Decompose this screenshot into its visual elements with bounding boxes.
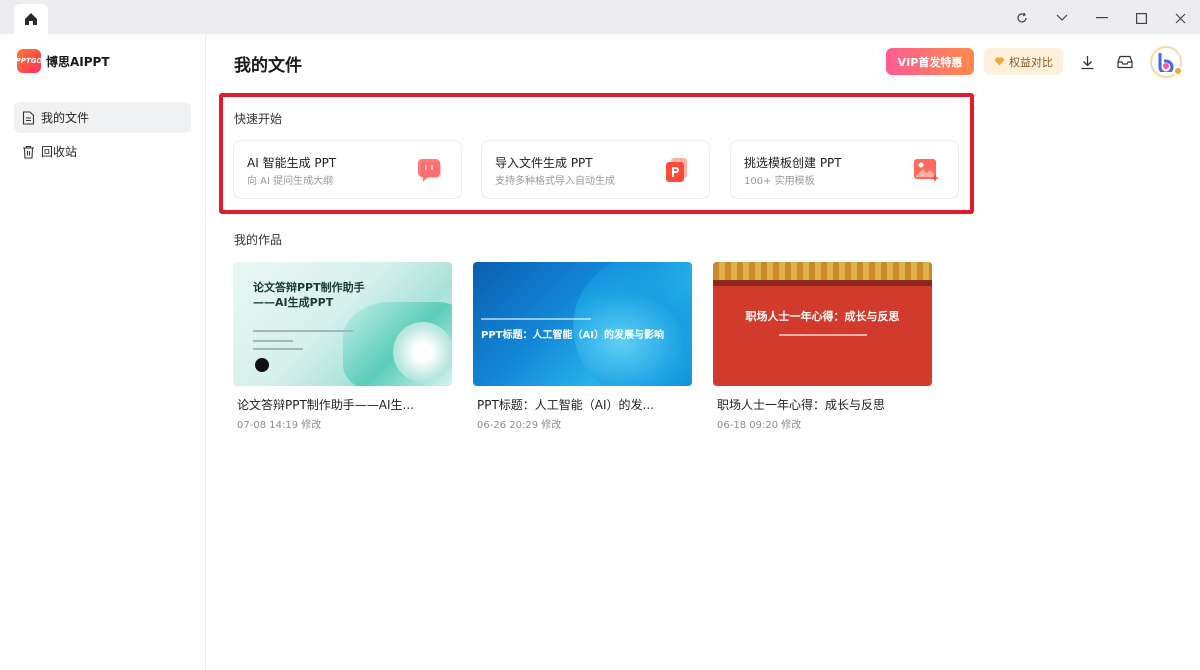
thumb-line (253, 340, 293, 342)
inbox-icon[interactable] (1113, 50, 1137, 74)
work-modified-time: 06-26 20:29 修改 (477, 420, 562, 431)
refresh-icon[interactable] (1010, 6, 1034, 30)
quick-card-title: 导入文件生成 PPT (495, 156, 593, 170)
thumb-line (253, 348, 303, 350)
close-icon[interactable] (1168, 6, 1192, 30)
thumb-title: 职场人士一年心得：成长与反思 (745, 310, 900, 323)
quick-card-subtitle: 向 AI 提问生成大纲 (247, 176, 334, 187)
page-title: 我的文件 (234, 56, 302, 76)
app-logo[interactable]: PPTGO 博思AIPPT (16, 49, 110, 73)
logo-badge: PPTGO (16, 49, 42, 73)
quick-card-template[interactable]: 挑选模板创建 PPT 100+ 实用模板 (730, 140, 959, 199)
thumb-line (481, 318, 591, 320)
template-image-icon (914, 159, 939, 182)
thumb-decoration (573, 262, 692, 386)
ppt-file-icon (666, 158, 687, 182)
minimize-icon[interactable] (1090, 6, 1114, 30)
benefits-compare-button[interactable]: 权益对比 (984, 48, 1063, 75)
home-tab[interactable] (14, 4, 48, 34)
vip-promo-label: VIP首发特惠 (897, 55, 963, 69)
work-title: PPT标题：人工智能（AI）的发... (477, 398, 654, 412)
work-card[interactable]: 职场人士一年心得：成长与反思 职场人士一年心得：成长与反思 06-18 09:2… (713, 262, 932, 431)
vip-status-dot (1173, 66, 1183, 76)
work-thumbnail[interactable]: 论文答辩PPT制作助手——AI生成PPT (233, 262, 452, 386)
thumb-decoration (713, 280, 932, 286)
quick-card-import-file[interactable]: 导入文件生成 PPT 支持多种格式导入自动生成 (481, 140, 710, 199)
quick-start-label: 快速开始 (234, 112, 283, 126)
thumb-title: PPT标题：人工智能（AI）的发展与影响 (481, 330, 664, 341)
thumb-decoration (393, 322, 452, 382)
quick-card-subtitle: 100+ 实用模板 (744, 176, 815, 187)
thumb-dot (255, 358, 269, 372)
work-thumbnail[interactable]: 职场人士一年心得：成长与反思 (713, 262, 932, 386)
download-icon[interactable] (1075, 50, 1099, 74)
quick-card-subtitle: 支持多种格式导入自动生成 (495, 176, 615, 187)
work-card[interactable]: 论文答辩PPT制作助手——AI生成PPT 论文答辩PPT制作助手——AI生...… (233, 262, 452, 431)
sidebar-item-my-files[interactable]: 我的文件 (14, 102, 191, 133)
home-icon (25, 13, 37, 25)
quick-card-ai-generate[interactable]: AI 智能生成 PPT 向 AI 提问生成大纲 (233, 140, 462, 199)
app-name: 博思AIPPT (46, 54, 110, 69)
my-works-label: 我的作品 (234, 233, 283, 247)
work-modified-time: 06-18 09:20 修改 (717, 420, 802, 431)
quick-card-title: 挑选模板创建 PPT (744, 156, 842, 170)
thumb-line (779, 334, 867, 336)
quick-card-title: AI 智能生成 PPT (247, 156, 337, 170)
sidebar: PPTGO 博思AIPPT 我的文件 回收站 (0, 34, 206, 670)
thumb-line (253, 330, 353, 332)
work-thumbnail[interactable]: PPT标题：人工智能（AI）的发展与影响 (473, 262, 692, 386)
benefits-compare-label: 权益对比 (1009, 55, 1053, 69)
sidebar-item-label: 我的文件 (41, 111, 90, 125)
trash-icon (23, 145, 34, 159)
document-icon (22, 110, 35, 125)
thumb-decoration (713, 262, 932, 280)
sidebar-item-recycle-bin[interactable]: 回收站 (14, 136, 191, 167)
avatar[interactable] (1150, 46, 1183, 78)
work-title: 职场人士一年心得：成长与反思 (717, 398, 886, 412)
maximize-icon[interactable] (1129, 6, 1153, 30)
diamond-icon (994, 57, 1005, 66)
work-title: 论文答辩PPT制作助手——AI生... (237, 398, 414, 412)
title-bar (0, 0, 1200, 34)
ai-chat-icon (418, 159, 441, 182)
chevron-down-icon[interactable] (1050, 6, 1074, 30)
vip-promo-button[interactable]: VIP首发特惠 (886, 48, 974, 75)
thumb-title: 论文答辩PPT制作助手——AI生成PPT (253, 281, 365, 309)
sidebar-item-label: 回收站 (41, 145, 78, 159)
work-modified-time: 07-08 14:19 修改 (237, 420, 322, 431)
work-card[interactable]: PPT标题：人工智能（AI）的发展与影响 PPT标题：人工智能（AI）的发...… (473, 262, 692, 431)
